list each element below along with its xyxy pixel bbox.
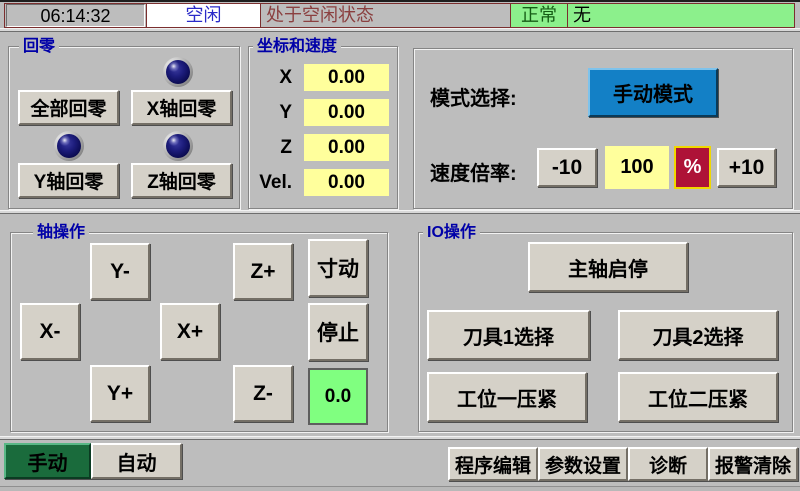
jog-y-plus-button[interactable]: Y+ <box>90 365 150 422</box>
y-position-display: 0.00 <box>304 99 389 126</box>
home-z-button[interactable]: Z轴回零 <box>131 163 232 198</box>
param-settings-button[interactable]: 参数设置 <box>538 447 628 481</box>
divider-top <box>0 28 800 32</box>
velocity-display: 0.00 <box>304 169 389 196</box>
alarm-state-badge: 正常 <box>511 4 568 27</box>
homing-group-title: 回零 <box>19 37 59 56</box>
stop-button[interactable]: 停止 <box>308 303 368 361</box>
machine-state-display: 空闲 <box>146 4 261 27</box>
io-group-title: IO操作 <box>423 223 480 242</box>
axis-group-title: 轴操作 <box>33 223 89 242</box>
override-increase-button[interactable]: +10 <box>717 148 776 187</box>
tool1-select-button[interactable]: 刀具1选择 <box>427 310 590 360</box>
x-position-display: 0.00 <box>304 64 389 91</box>
program-edit-button[interactable]: 程序编辑 <box>448 447 538 481</box>
z-position-display: 0.00 <box>304 134 389 161</box>
jog-z-minus-button[interactable]: Z- <box>233 365 293 422</box>
clock-display: 06:14:32 <box>6 4 145 27</box>
velocity-label: Vel. <box>248 169 298 196</box>
x-axis-label: X <box>248 64 298 91</box>
override-percent-badge: % <box>674 146 711 189</box>
jog-x-plus-button[interactable]: X+ <box>160 303 220 360</box>
status-bar: 06:14:32 空闲 处于空闲状态 正常 无 <box>4 3 795 28</box>
alarm-clear-button[interactable]: 报警清除 <box>708 447 798 481</box>
x-home-led-icon <box>163 57 193 87</box>
home-x-button[interactable]: X轴回零 <box>131 90 232 125</box>
mode-select-label: 模式选择: <box>430 82 517 111</box>
jog-x-minus-button[interactable]: X- <box>20 303 80 360</box>
speed-override-label: 速度倍率: <box>430 157 517 186</box>
override-decrease-button[interactable]: -10 <box>537 148 597 187</box>
status-message: 处于空闲状态 <box>261 4 511 27</box>
jog-mode-button[interactable]: 寸动 <box>308 239 368 297</box>
window-top-edge <box>0 0 800 2</box>
station2-clamp-button[interactable]: 工位二压紧 <box>618 372 778 422</box>
auto-tab-button[interactable]: 自动 <box>91 443 182 479</box>
y-home-led-icon <box>54 131 84 161</box>
diagnosis-button[interactable]: 诊断 <box>628 447 708 481</box>
tool2-select-button[interactable]: 刀具2选择 <box>618 310 778 360</box>
alarm-message: 无 <box>568 4 794 27</box>
y-axis-label: Y <box>248 99 298 126</box>
coords-group-title: 坐标和速度 <box>253 37 341 56</box>
home-y-button[interactable]: Y轴回零 <box>18 163 119 198</box>
window-bottom-edge <box>0 486 800 491</box>
station1-clamp-button[interactable]: 工位一压紧 <box>427 372 587 422</box>
jog-z-plus-button[interactable]: Z+ <box>233 243 293 300</box>
divider-bottom <box>0 436 800 440</box>
jog-y-minus-button[interactable]: Y- <box>90 243 150 300</box>
hmi-screen: 06:14:32 空闲 处于空闲状态 正常 无 回零 全部回零 X轴回零 Y轴回… <box>0 0 800 491</box>
divider-middle <box>0 210 800 214</box>
manual-tab-button[interactable]: 手动 <box>4 443 91 479</box>
z-home-led-icon <box>163 131 193 161</box>
home-all-button[interactable]: 全部回零 <box>18 90 119 125</box>
z-axis-label: Z <box>248 134 298 161</box>
manual-mode-button[interactable]: 手动模式 <box>588 68 718 117</box>
step-value-selector[interactable]: 0.0 <box>308 368 368 425</box>
override-value-display: 100 <box>605 146 669 189</box>
spindle-start-stop-button[interactable]: 主轴启停 <box>528 242 688 292</box>
